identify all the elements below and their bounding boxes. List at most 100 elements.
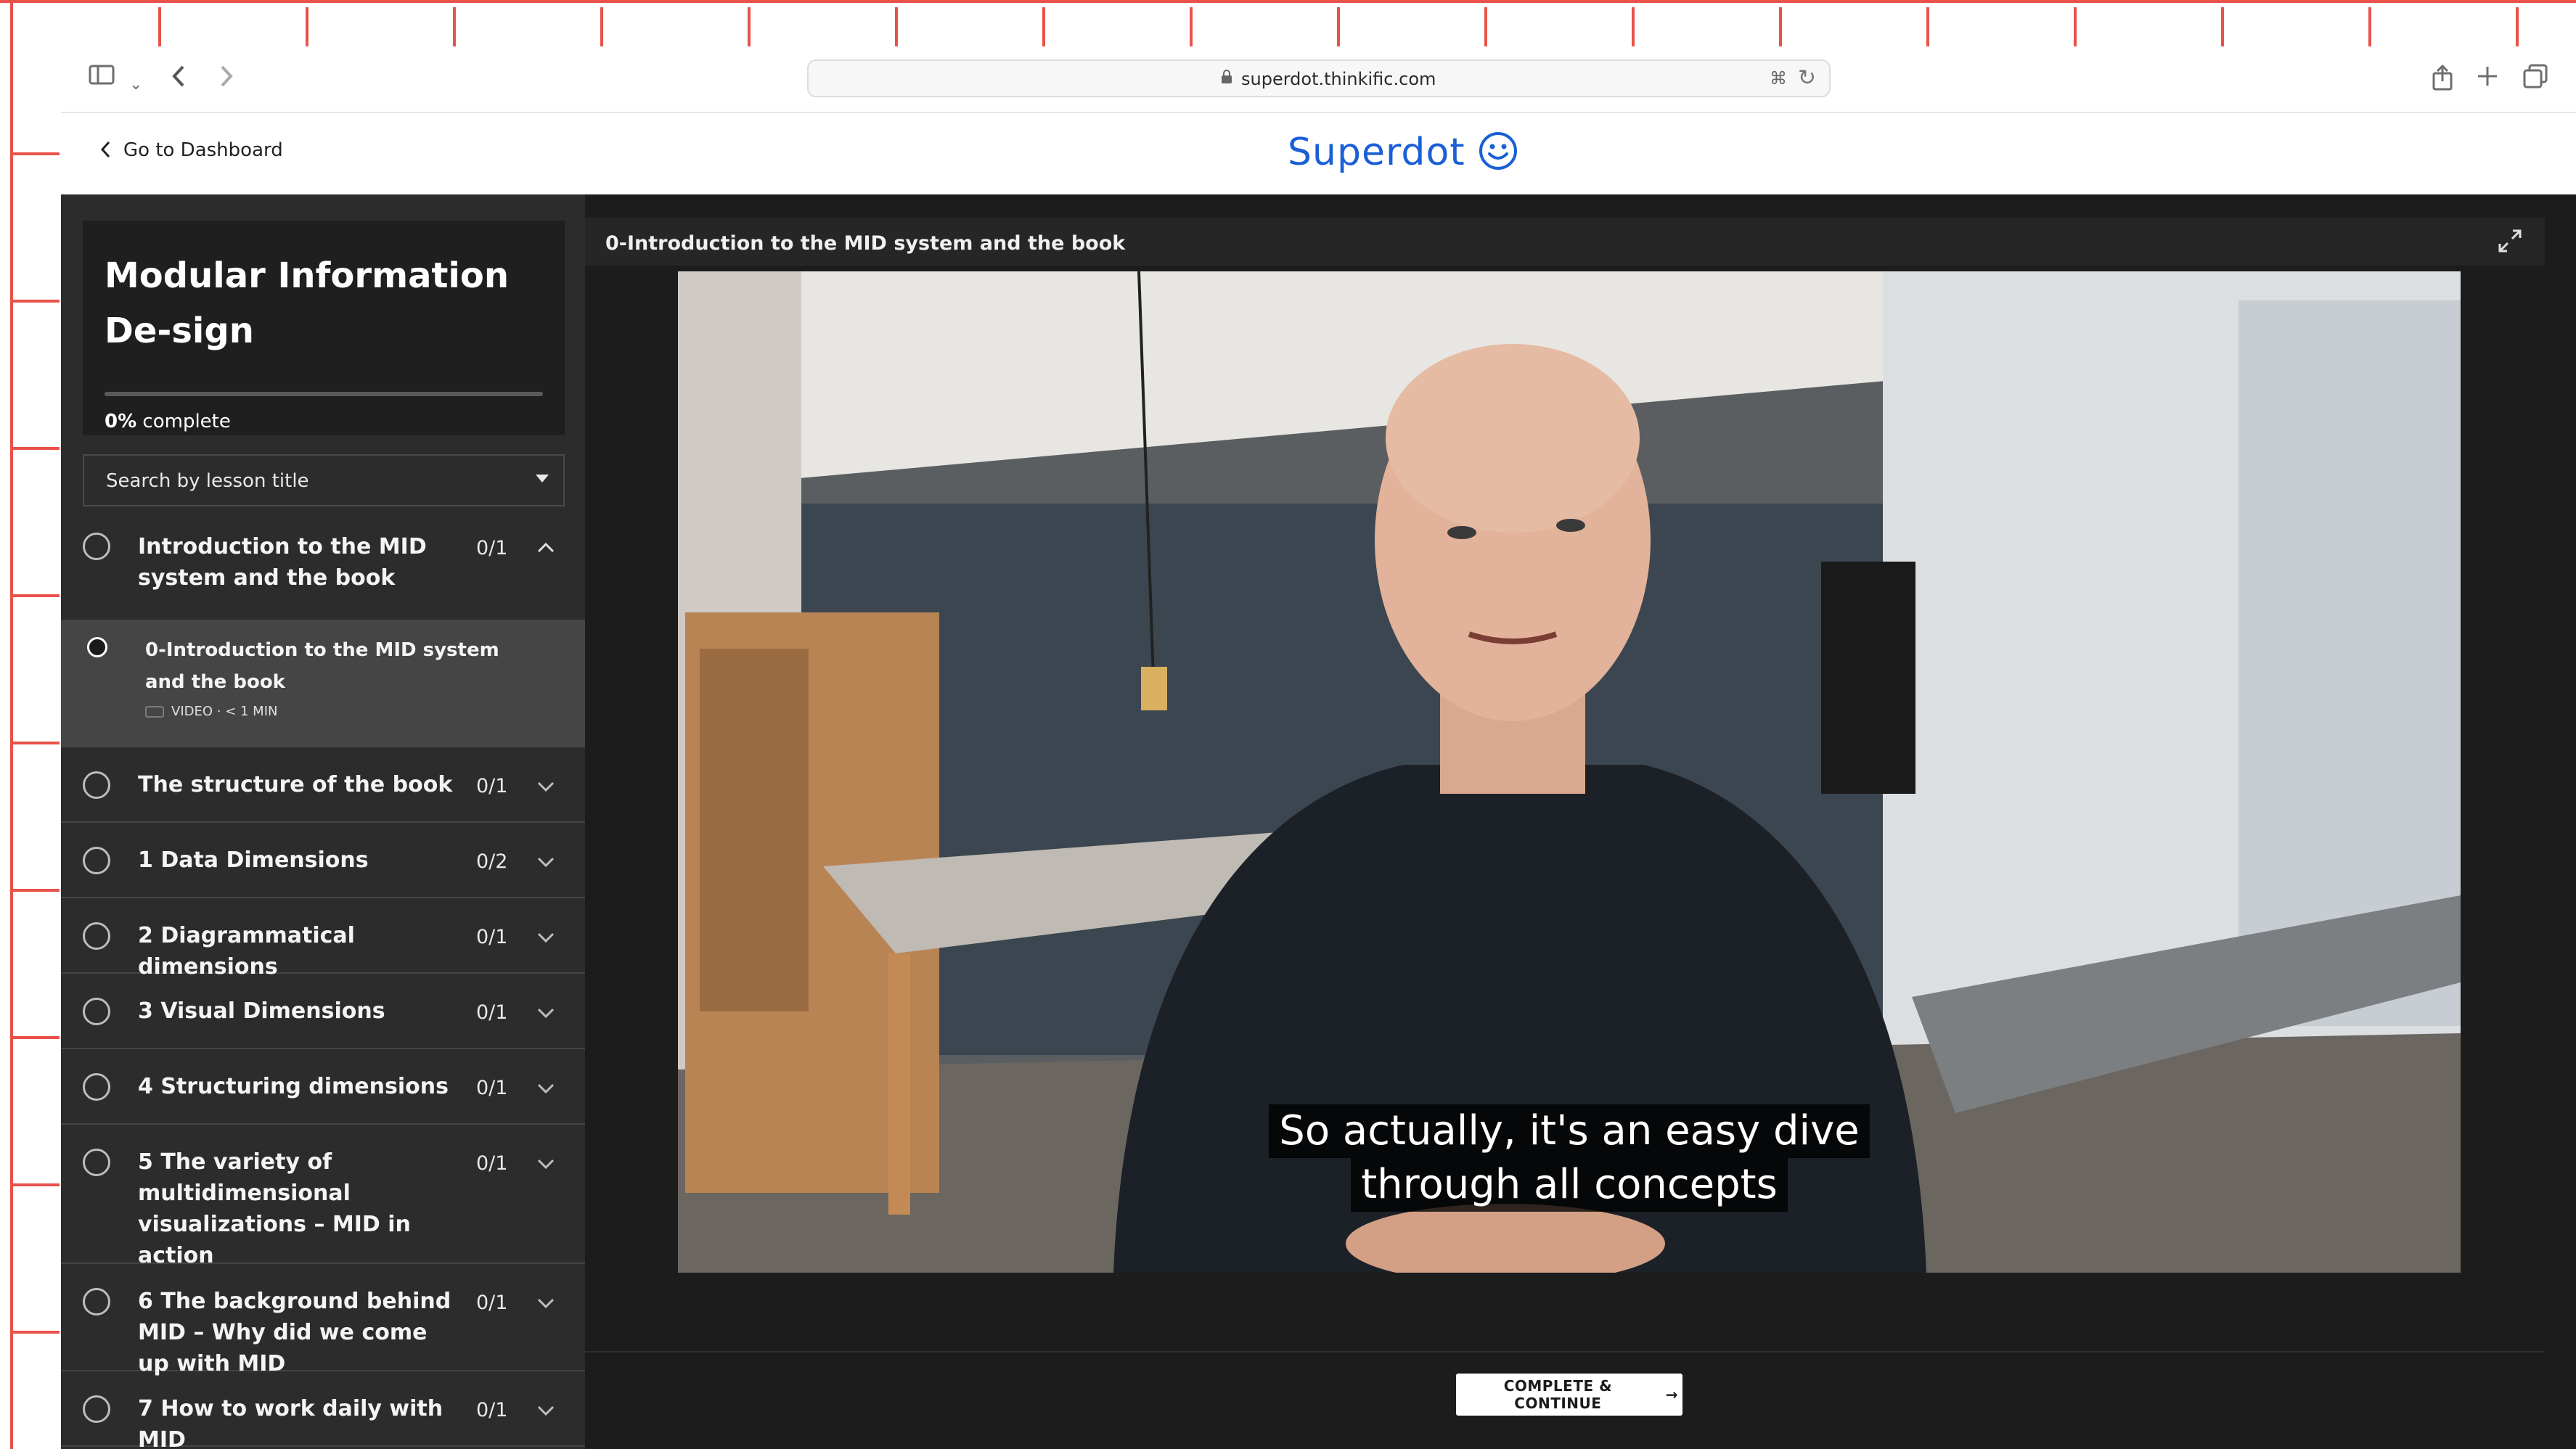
chapter-count: 0/2 [476, 850, 508, 873]
ruler-tick [13, 447, 60, 450]
address-bar[interactable]: superdot.thinkific.com ⌘ ↻ [807, 59, 1831, 97]
lesson-meta: VIDEO · < 1 MIN [145, 704, 277, 719]
lesson-heading: 0-Introduction to the MID system and the… [605, 232, 1126, 255]
chapter-item[interactable]: 4 Structuring dimensions 0/1 [61, 1049, 585, 1125]
url-text: superdot.thinkific.com [1241, 69, 1436, 89]
chapter-count: 0/1 [476, 1292, 508, 1314]
ruler-tick [2074, 7, 2077, 46]
incomplete-circle-icon [83, 533, 110, 560]
browser-toolbar: ⌄ superdot.thinkific.com ⌘ ↻ [61, 46, 2576, 113]
chapter-item[interactable]: 1 Data Dimensions 0/2 [61, 823, 585, 898]
chapter-title: 4 Structuring dimensions [138, 1074, 449, 1099]
ruler-tick [2368, 7, 2371, 46]
search-placeholder: Search by lesson title [106, 470, 309, 492]
ruler-tick [13, 742, 60, 744]
incomplete-circle-icon [83, 1288, 110, 1315]
ruler-tick [1484, 7, 1487, 46]
chevron-right-icon[interactable] [218, 64, 235, 96]
incomplete-circle-icon [83, 1395, 110, 1423]
incomplete-circle-icon [83, 1149, 110, 1176]
incomplete-circle-icon [83, 998, 110, 1025]
ruler-tick [1926, 7, 1929, 46]
chapter-count: 0/1 [476, 1077, 508, 1099]
tabs-icon[interactable] [2523, 64, 2548, 96]
chapter-count: 0/1 [476, 1001, 508, 1024]
chapter-count: 0/1 [476, 1399, 508, 1421]
chapter-title: Introduction to the MID system and the b… [138, 534, 427, 591]
go-to-dashboard-link[interactable]: Go to Dashboard [100, 139, 283, 161]
plus-icon[interactable] [2477, 64, 2498, 94]
translate-icon[interactable]: ⌘ [1770, 68, 1787, 89]
chapter-item[interactable]: The structure of the book 0/1 [61, 747, 585, 823]
ruler-tick [600, 7, 603, 46]
sidebar-icon[interactable] [89, 64, 116, 94]
video-player[interactable]: So actually, it's an easy dive through a… [678, 271, 2461, 1273]
chapter-count: 0/1 [476, 1152, 508, 1175]
chapter-title: 3 Visual Dimensions [138, 998, 385, 1024]
course-player: Modular Information De-sign 0% complete … [61, 194, 2576, 1449]
video-icon [145, 705, 164, 718]
lesson-item-active[interactable]: 0-Introduction to the MID system and the… [61, 621, 585, 747]
lesson-search-select[interactable]: Search by lesson title [83, 454, 565, 506]
ruler-tick [1632, 7, 1635, 46]
ruler-tick [1779, 7, 1782, 46]
ruler-tick [13, 1036, 60, 1039]
superdot-logo[interactable]: Superdot [1288, 131, 1518, 174]
lesson-content: 0-Introduction to the MID system and the… [585, 194, 2576, 1449]
lesson-title: 0-Introduction to the MID system and the… [145, 639, 499, 693]
caption-line-2-wrap: through all concepts [678, 1158, 2461, 1212]
lock-icon [1221, 70, 1232, 84]
logo-text: Superdot [1288, 131, 1465, 174]
chapter-item[interactable]: 5 The variety of multidimensional visual… [61, 1125, 585, 1268]
ruler-tick [13, 594, 60, 597]
chevron-down-icon [537, 1152, 555, 1174]
progress-bar [105, 392, 543, 396]
share-icon[interactable] [2432, 64, 2453, 99]
chapter-count: 0/1 [476, 537, 508, 559]
chevron-down-icon [537, 1001, 555, 1023]
incomplete-circle-icon [83, 847, 110, 874]
ruler-tick [1190, 7, 1193, 46]
chapter-item[interactable]: 7 How to work daily with MID 0/1 [61, 1371, 585, 1449]
lesson-status-icon [87, 637, 107, 657]
progress-label: 0% complete [105, 411, 231, 432]
chevron-down-icon [537, 1077, 555, 1099]
sidebar-menu-chevron-icon[interactable]: ⌄ [129, 70, 142, 100]
footer-divider [585, 1351, 2545, 1352]
caption-line-1-wrap: So actually, it's an easy dive [678, 1104, 2461, 1158]
chapter-count: 0/1 [476, 926, 508, 948]
ruler-tick [13, 889, 60, 892]
complete-button-label: COMPLETE & CONTINUE [1503, 1377, 1613, 1412]
lesson-title-bar: 0-Introduction to the MID system and the… [585, 218, 2545, 266]
ruler-tick [1042, 7, 1045, 46]
ruler-tick [13, 1331, 60, 1334]
chapter-item[interactable]: 2 Diagrammatical dimensions 0/1 [61, 898, 585, 980]
reload-icon[interactable]: ↻ [1798, 65, 1816, 91]
ruler-tick [158, 7, 161, 46]
chevron-down-icon [537, 850, 555, 872]
incomplete-circle-icon [83, 922, 110, 950]
course-progress-card: Modular Information De-sign 0% complete [83, 221, 565, 435]
chevron-left-icon[interactable] [170, 64, 187, 96]
course-title: Modular Information De-sign [105, 255, 510, 351]
chapter-item[interactable]: Introduction to the MID system and the b… [61, 521, 585, 621]
ruler-tick [1337, 7, 1340, 46]
chapter-item[interactable]: 6 The background behind MID – Why did we… [61, 1264, 585, 1376]
chapter-title: 1 Data Dimensions [138, 847, 369, 873]
incomplete-circle-icon [83, 771, 110, 799]
chevron-down-icon [537, 775, 555, 797]
ruler-tick [2221, 7, 2224, 46]
progress-percent: 0% [105, 411, 137, 432]
chapter-list: Introduction to the MID system and the b… [61, 521, 585, 1449]
chapter-item[interactable]: 3 Visual Dimensions 0/1 [61, 974, 585, 1049]
chapter-title: 5 The variety of multidimensional visual… [138, 1149, 411, 1268]
smiley-icon [1479, 131, 1518, 173]
expand-icon[interactable] [2497, 228, 2523, 260]
video-caption-line-1: So actually, it's an easy dive [1269, 1104, 1870, 1158]
chevron-down-icon [537, 926, 555, 948]
complete-and-continue-button[interactable]: COMPLETE & CONTINUE → [1456, 1374, 1682, 1416]
ruler-tick [13, 1183, 60, 1186]
top-ruler [0, 0, 2576, 9]
go-to-dashboard-label: Go to Dashboard [123, 139, 283, 161]
ruler-tick [13, 152, 60, 155]
